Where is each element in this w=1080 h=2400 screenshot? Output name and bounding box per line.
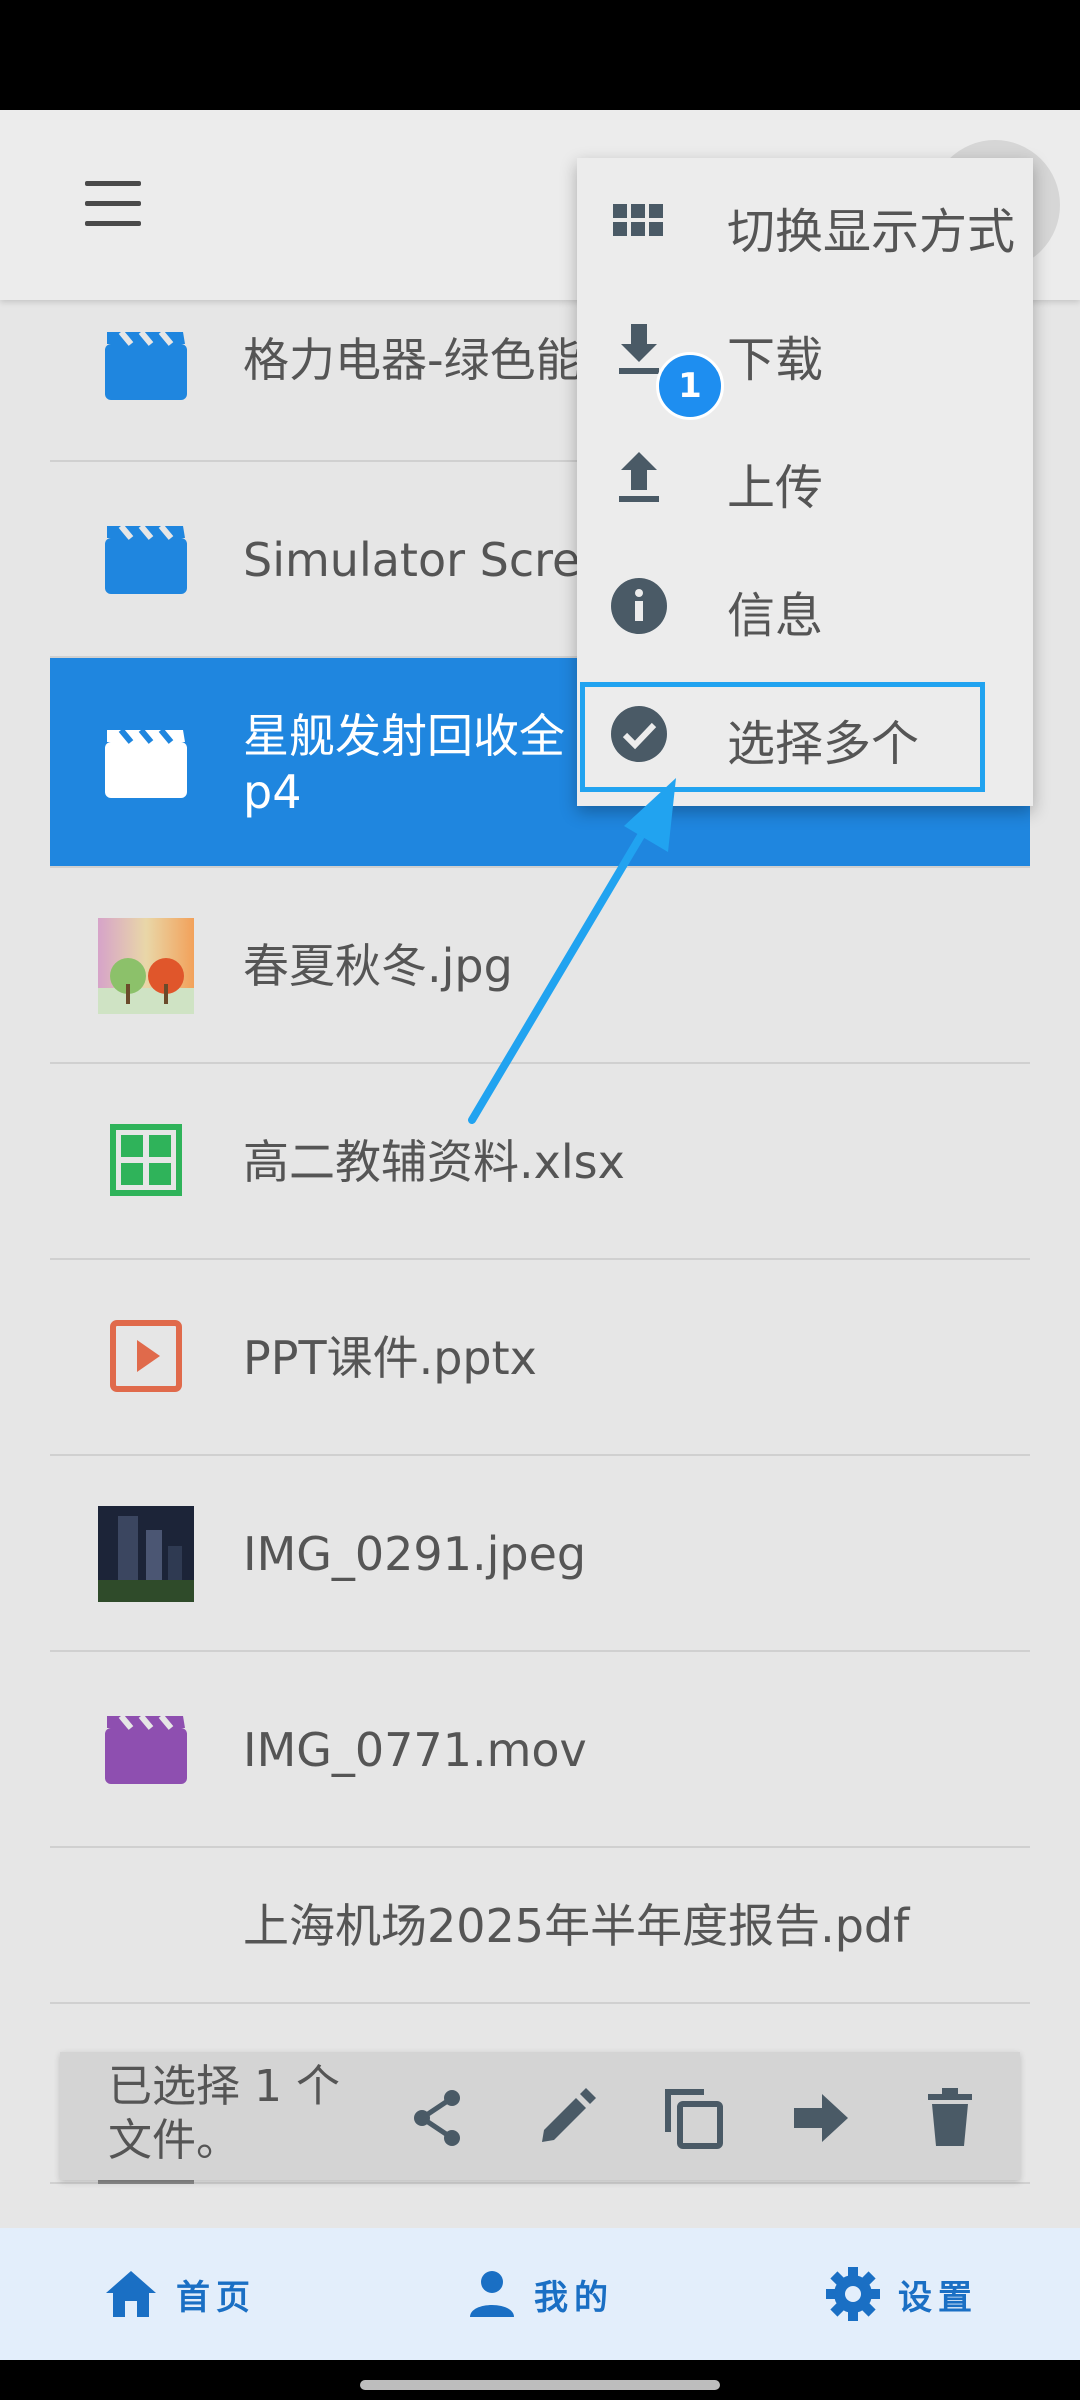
move-icon[interactable] (790, 2086, 854, 2150)
delete-icon[interactable] (918, 2086, 982, 2150)
selection-count-text: 已选择 1 个 文件。 (108, 2061, 340, 2166)
person-icon (470, 2271, 514, 2317)
bottom-navigation: 首页 我的 设置 (0, 2228, 1080, 2360)
step-badge: 1 (656, 352, 724, 420)
copy-icon[interactable] (662, 2086, 726, 2150)
home-icon (106, 2271, 156, 2317)
tab-label: 首页 (176, 2277, 256, 2318)
gesture-handle[interactable] (360, 2380, 720, 2390)
annotation-arrow-icon (468, 778, 676, 1124)
selection-action-bar: 已选择 1 个 文件。 (60, 2052, 1020, 2180)
tab-label: 设置 (898, 2277, 978, 2318)
tab-settings[interactable]: 设置 (826, 2228, 978, 2360)
tab-home[interactable]: 首页 (104, 2228, 256, 2360)
edit-icon[interactable] (534, 2086, 598, 2150)
share-icon[interactable] (406, 2086, 470, 2150)
tab-mine[interactable]: 我的 (468, 2228, 614, 2360)
tab-label: 我的 (534, 2277, 614, 2318)
gear-icon (826, 2267, 880, 2321)
